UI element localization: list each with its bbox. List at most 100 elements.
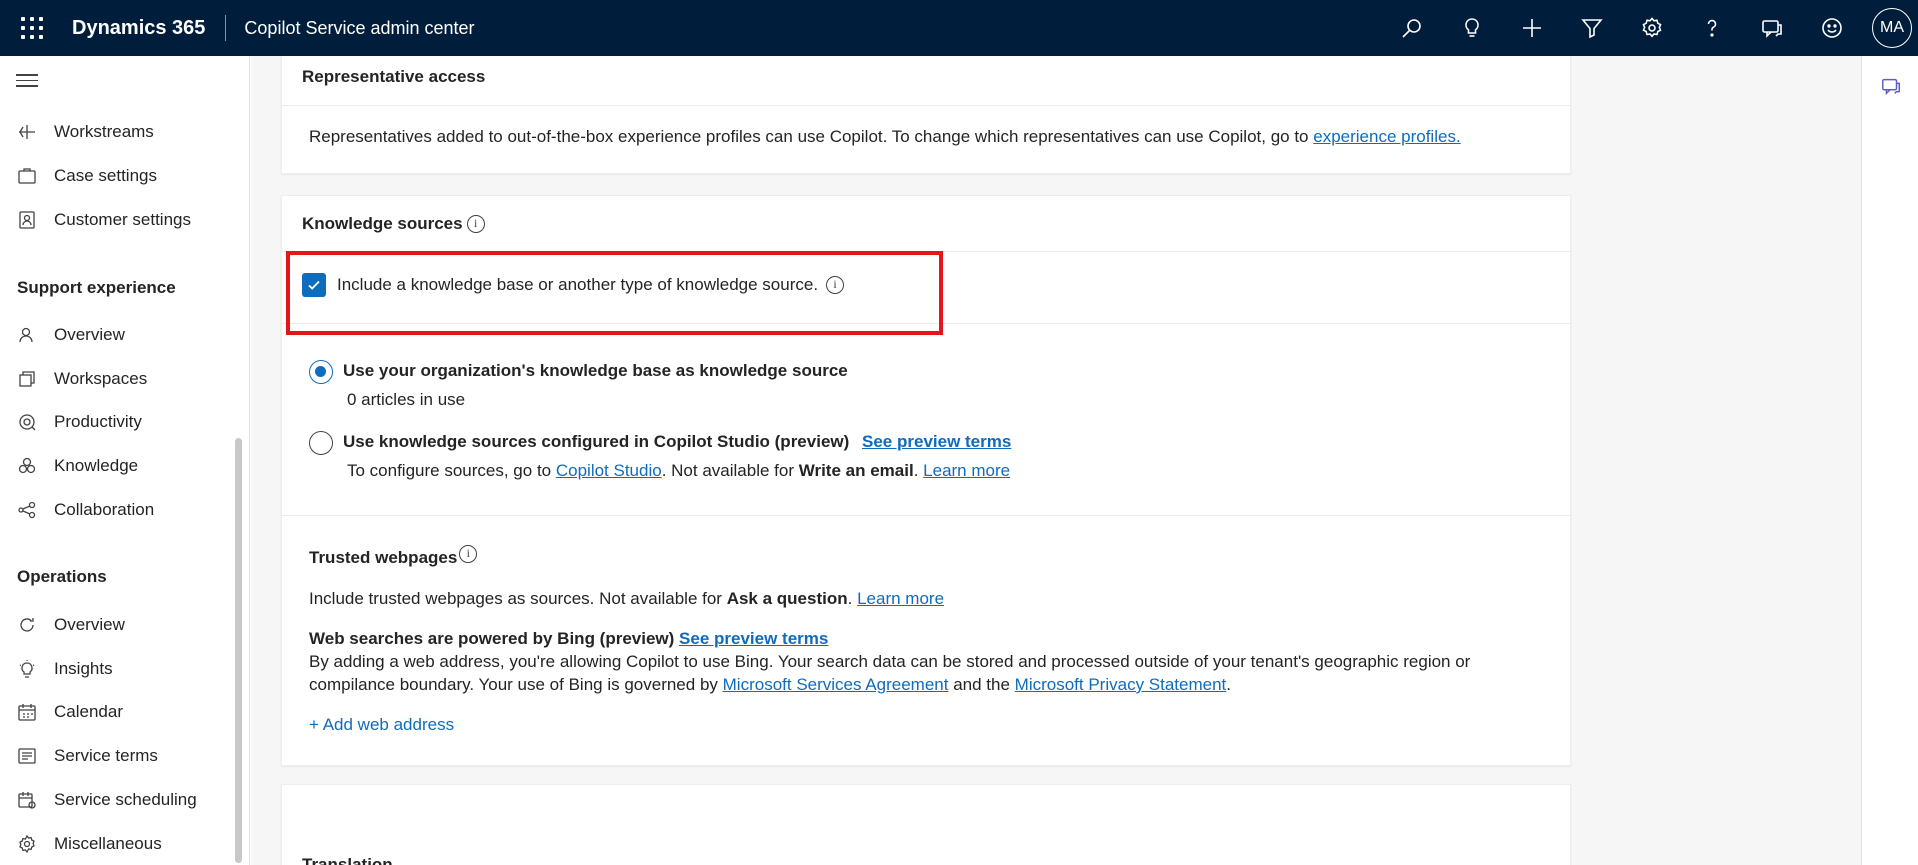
- sidebar-item-label: Productivity: [54, 412, 142, 431]
- person-icon: [16, 324, 38, 346]
- filter-icon[interactable]: [1562, 0, 1622, 56]
- sidebar-item-collaboration[interactable]: Collaboration: [0, 490, 240, 530]
- bing-description-line-1: By adding a web address, you're allowing…: [309, 652, 1471, 671]
- sidebar-item-workstreams[interactable]: Workstreams: [0, 112, 240, 152]
- sidebar-item-insights[interactable]: Insights: [0, 649, 240, 689]
- avatar[interactable]: MA: [1872, 8, 1912, 48]
- microsoft-privacy-statement-link[interactable]: Microsoft Privacy Statement: [1015, 675, 1227, 694]
- sidebar-section-operations: Operations: [17, 567, 107, 586]
- copilot-studio-link[interactable]: Copilot Studio: [556, 461, 662, 480]
- chat-icon[interactable]: [1880, 76, 1902, 103]
- representative-access-card: Representative access Representatives ad…: [281, 56, 1572, 174]
- org-knowledge-base-radio[interactable]: [309, 360, 333, 384]
- app-name: Copilot Service admin center: [244, 17, 475, 38]
- sidebar-item-label: Insights: [54, 659, 113, 678]
- highlight-box: [286, 251, 943, 335]
- sidebar-item-label: Collaboration: [54, 500, 155, 519]
- representative-access-text: Representatives added to out-of-the-box …: [309, 127, 1461, 147]
- sidebar-item-label: Overview: [54, 615, 125, 634]
- settings-icon[interactable]: [1622, 0, 1682, 56]
- sidebar-item-knowledge[interactable]: Knowledge: [0, 446, 240, 486]
- sidebar-item-label: Calendar: [54, 702, 123, 721]
- smiley-icon[interactable]: [1802, 0, 1862, 56]
- help-icon[interactable]: [1682, 0, 1742, 56]
- search-icon[interactable]: [1382, 0, 1442, 56]
- and-text: and the: [953, 675, 1010, 694]
- period-text: .: [913, 461, 919, 480]
- ask-question-text: Ask a question: [726, 589, 848, 608]
- sidebar-item-overview[interactable]: Overview: [0, 315, 240, 355]
- experience-profiles-link[interactable]: experience profiles.: [1313, 127, 1460, 146]
- see-preview-terms-link[interactable]: See preview terms: [862, 432, 1011, 451]
- see-preview-terms-link[interactable]: See preview terms: [679, 629, 828, 648]
- main-content: Representative access Representatives ad…: [251, 56, 1861, 865]
- bing-governed-text: compilance boundary. Your use of Bing is…: [309, 675, 718, 694]
- gear-icon: [16, 833, 38, 855]
- sidebar-item-customer-settings[interactable]: Customer settings: [0, 200, 240, 240]
- info-icon[interactable]: i: [459, 545, 478, 563]
- sidebar-item-miscellaneous[interactable]: Miscellaneous: [0, 824, 240, 864]
- copilot-studio-radio[interactable]: [309, 431, 333, 455]
- trusted-webpages-heading: Trusted webpages i: [309, 545, 478, 568]
- add-web-address-button[interactable]: + Add web address: [309, 715, 454, 735]
- trusted-text: Include trusted webpages as sources. Not…: [309, 589, 722, 608]
- sidebar-item-productivity[interactable]: Productivity: [0, 402, 240, 442]
- trusted-webpages-title: Trusted webpages: [309, 548, 458, 567]
- bing-heading-row: Web searches are powered by Bing (previe…: [309, 629, 828, 649]
- sidebar-item-label: Customer settings: [54, 210, 191, 229]
- sidebar-item-service-scheduling[interactable]: Service scheduling: [0, 780, 240, 820]
- articles-in-use: 0 articles in use: [347, 390, 466, 409]
- knowledge-sources-heading: Knowledge sources i: [302, 214, 485, 234]
- configure-text: To configure sources, go to: [347, 461, 552, 480]
- divider: [282, 105, 1572, 106]
- sidebar-item-label: Miscellaneous: [54, 834, 162, 853]
- microsoft-services-agreement-link[interactable]: Microsoft Services Agreement: [723, 675, 949, 694]
- sidebar-item-case-settings[interactable]: Case settings: [0, 156, 240, 196]
- sidebar-item-label: Workspaces: [54, 369, 148, 388]
- workstreams-icon: [16, 121, 38, 143]
- sidebar-item-workspaces[interactable]: Workspaces: [0, 359, 240, 399]
- learn-more-link[interactable]: Learn more: [857, 589, 944, 608]
- service-terms-icon: [16, 745, 38, 767]
- info-icon[interactable]: i: [466, 215, 485, 233]
- sidebar-item-calendar[interactable]: Calendar: [0, 692, 240, 732]
- refresh-icon: [16, 614, 38, 636]
- not-available-text: . Not available for: [661, 461, 794, 480]
- section-title: Knowledge sources: [302, 214, 463, 233]
- hamburger-icon[interactable]: [16, 74, 38, 88]
- bing-description-line-2: compilance boundary. Your use of Bing is…: [309, 675, 1231, 695]
- org-knowledge-base-label[interactable]: Use your organization's knowledge base a…: [343, 361, 848, 381]
- customer-icon: [16, 209, 38, 231]
- sidebar-item-label: Service terms: [54, 746, 158, 765]
- bing-title: Web searches are powered by Bing (previe…: [309, 629, 675, 648]
- lightbulb-icon[interactable]: [1442, 0, 1502, 56]
- copilot-studio-option-row: Use knowledge sources configured in Copi…: [343, 432, 1011, 452]
- top-bar: Dynamics 365 Copilot Service admin cente…: [0, 0, 1918, 56]
- calendar-icon: [16, 701, 38, 723]
- sidebar-item-label: Workstreams: [54, 122, 154, 141]
- right-rail: [1861, 56, 1918, 865]
- rep-access-description: Representatives added to out-of-the-box …: [309, 127, 1309, 146]
- divider: [282, 515, 1572, 516]
- insights-icon: [16, 658, 38, 680]
- app-launcher-icon[interactable]: [18, 14, 46, 42]
- sidebar-scrollbar[interactable]: [235, 438, 242, 863]
- learn-more-link[interactable]: Learn more: [923, 461, 1010, 480]
- productivity-icon: [16, 411, 38, 433]
- scheduling-icon: [16, 789, 38, 811]
- sidebar-item-label: Service scheduling: [54, 790, 197, 809]
- section-title: Translation: [302, 855, 393, 865]
- sidebar-item-service-terms[interactable]: Service terms: [0, 736, 240, 776]
- sidebar: Workstreams Case settings Customer setti…: [0, 56, 250, 865]
- copilot-studio-label[interactable]: Use knowledge sources configured in Copi…: [343, 432, 849, 451]
- sidebar-section-support: Support experience: [17, 278, 176, 297]
- translation-card: Translation: [281, 784, 1571, 865]
- chat-icon[interactable]: [1742, 0, 1802, 56]
- sidebar-item-label: Case settings: [54, 166, 157, 185]
- sidebar-item-operations-overview[interactable]: Overview: [0, 605, 240, 645]
- period-text: .: [847, 589, 853, 608]
- sidebar-item-label: Overview: [54, 325, 125, 344]
- add-icon[interactable]: [1502, 0, 1562, 56]
- workspaces-icon: [16, 368, 38, 390]
- brand-title[interactable]: Dynamics 365: [72, 17, 205, 40]
